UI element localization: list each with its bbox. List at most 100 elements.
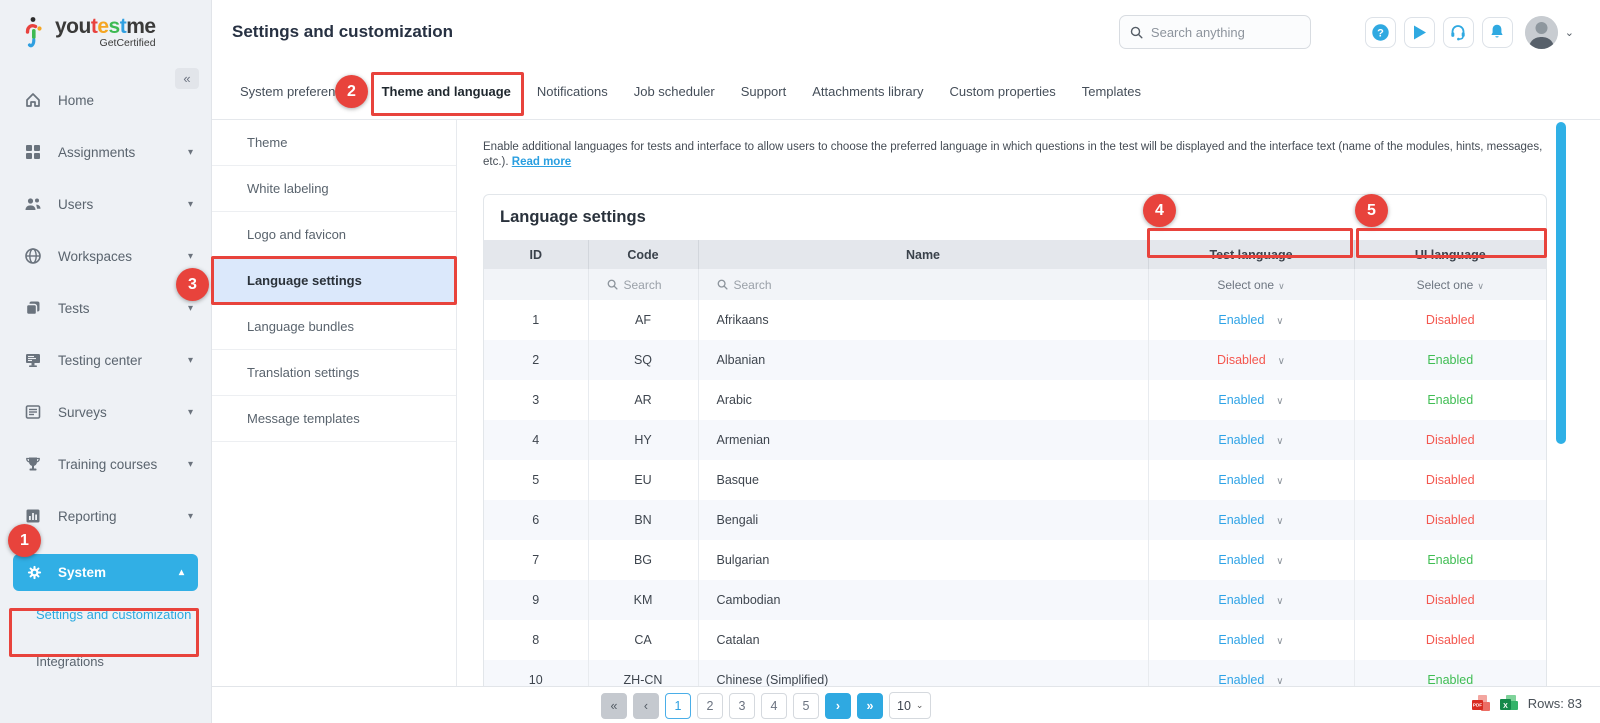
sidebar-item-system[interactable]: System ▴ <box>13 554 198 591</box>
table-row: 3 AR Arabic Enabled ∨ Enabled <box>484 380 1546 420</box>
test-language-status[interactable]: Enabled <box>1218 433 1264 447</box>
page-button-5[interactable]: 5 <box>793 692 819 719</box>
tab-custom-properties[interactable]: Custom properties <box>950 78 1056 105</box>
sidebar-item-workspaces[interactable]: Workspaces ▾ <box>0 230 211 282</box>
test-language-status[interactable]: Enabled <box>1218 633 1264 647</box>
previous-page-button[interactable]: ‹ <box>633 692 659 719</box>
chevron-down-icon: ▾ <box>187 510 193 522</box>
help-button[interactable]: ? <box>1364 16 1396 48</box>
language-settings-card: Language settings ID Code Name Test lang… <box>483 194 1547 701</box>
search-input[interactable] <box>1150 24 1300 40</box>
table-row: 4 HY Armenian Enabled ∨ Disabled <box>484 420 1546 460</box>
chevron-down-icon: ∨ <box>1477 280 1484 291</box>
tab-notifications[interactable]: Notifications <box>537 78 608 105</box>
ui-language-status: Disabled <box>1425 513 1475 527</box>
filter-code[interactable]: Search <box>588 269 699 300</box>
submenu-item-white-labeling[interactable]: White labeling <box>212 166 456 212</box>
chevron-down-icon[interactable]: ∨ <box>1276 436 1283 447</box>
svg-text:X: X <box>1503 703 1508 710</box>
sidebar-item-reporting[interactable]: Reporting ▾ <box>0 490 211 542</box>
sidebar-nav: Home Assignments ▾ Users ▾ Workspaces ▾ … <box>0 74 211 542</box>
test-language-status[interactable]: Enabled <box>1218 393 1264 407</box>
submenu-item-language-bundles[interactable]: Language bundles <box>212 304 456 350</box>
page-button-2[interactable]: 2 <box>697 692 723 719</box>
cell-ui-language: Disabled <box>1354 500 1546 540</box>
column-header-name[interactable]: Name <box>698 240 1149 269</box>
page-button-1[interactable]: 1 <box>665 692 691 719</box>
paginator: « ‹ 1 2 3 4 5 › » 10 ⌄ <box>601 692 932 719</box>
sidebar-item-users[interactable]: Users ▾ <box>0 178 211 230</box>
test-language-status[interactable]: Enabled <box>1218 473 1264 487</box>
chevron-down-icon[interactable]: ∨ <box>1276 476 1283 487</box>
next-page-button[interactable]: › <box>825 692 851 719</box>
sidebar-item-testing-center[interactable]: Testing center ▾ <box>0 334 211 386</box>
test-language-status[interactable]: Enabled <box>1218 593 1264 607</box>
chevron-down-icon[interactable]: ∨ <box>1276 516 1283 527</box>
submenu-item-translation-settings[interactable]: Translation settings <box>212 350 456 396</box>
page-scrollbar[interactable] <box>1556 122 1566 444</box>
support-button[interactable] <box>1442 16 1474 48</box>
submenu-item-theme[interactable]: Theme <box>212 120 456 166</box>
test-language-status[interactable]: Disabled <box>1217 353 1266 367</box>
filter-name[interactable]: Search <box>698 269 1149 300</box>
test-language-status[interactable]: Enabled <box>1218 313 1264 327</box>
sidebar-item-tests[interactable]: Tests ▾ <box>0 282 211 334</box>
filter-ui-language-select[interactable]: Select one ∨ <box>1354 269 1546 300</box>
cell-ui-language: Enabled <box>1354 540 1546 580</box>
chevron-down-icon[interactable]: ∨ <box>1276 596 1283 607</box>
chevron-down-icon[interactable]: ∨ <box>1276 396 1283 407</box>
first-page-button[interactable]: « <box>601 692 627 719</box>
test-language-status[interactable]: Enabled <box>1218 673 1264 687</box>
sidebar-item-settings-and-customization[interactable]: Settings and customization <box>0 591 211 638</box>
sidebar-collapse-button[interactable]: « <box>175 68 199 89</box>
cell-code: AF <box>588 300 699 340</box>
tab-system-preferences[interactable]: System preferences <box>240 78 356 105</box>
search-icon <box>1130 26 1143 38</box>
user-menu[interactable]: ⌄ <box>1524 15 1574 49</box>
column-header-code[interactable]: Code <box>588 240 699 269</box>
export-pdf-button[interactable]: PDF <box>1471 695 1490 712</box>
filter-test-language-select[interactable]: Select one ∨ <box>1148 269 1355 300</box>
tab-attachments-library[interactable]: Attachments library <box>812 78 923 105</box>
last-page-button[interactable]: » <box>857 692 883 719</box>
column-header-id[interactable]: ID <box>484 240 589 269</box>
submenu-item-message-templates[interactable]: Message templates <box>212 396 456 442</box>
chevron-down-icon[interactable]: ∨ <box>1276 556 1283 567</box>
notifications-button[interactable] <box>1481 16 1513 48</box>
chevron-down-icon: ⌄ <box>1564 26 1574 39</box>
page-button-4[interactable]: 4 <box>761 692 787 719</box>
page-button-3[interactable]: 3 <box>729 692 755 719</box>
sidebar-item-assignments[interactable]: Assignments ▾ <box>0 126 211 178</box>
export-excel-button[interactable]: X <box>1499 695 1518 712</box>
test-language-status[interactable]: Enabled <box>1218 513 1264 527</box>
cell-test-language: Enabled ∨ <box>1148 300 1355 340</box>
sidebar-item-training-courses[interactable]: Training courses ▾ <box>0 438 211 490</box>
read-more-link[interactable]: Read more <box>512 156 571 168</box>
chevron-down-icon[interactable]: ∨ <box>1276 316 1283 327</box>
chevron-down-icon[interactable]: ∨ <box>1278 356 1285 367</box>
chevron-down-icon: ∨ <box>1278 280 1285 291</box>
chevron-down-icon[interactable]: ∨ <box>1276 636 1283 647</box>
cell-ui-language: Disabled <box>1354 620 1546 660</box>
column-header-test-language[interactable]: Test language <box>1148 240 1355 269</box>
submenu-item-logo-and-favicon[interactable]: Logo and favicon <box>212 212 456 258</box>
tab-theme-and-language[interactable]: Theme and language <box>382 78 511 105</box>
sidebar-item-surveys[interactable]: Surveys ▾ <box>0 386 211 438</box>
cell-test-language: Enabled ∨ <box>1148 620 1355 660</box>
tab-support[interactable]: Support <box>741 78 787 105</box>
cell-test-language: Enabled ∨ <box>1148 580 1355 620</box>
global-search[interactable] <box>1118 15 1311 49</box>
column-header-ui-language[interactable]: UI language <box>1354 240 1546 269</box>
sidebar-item-integrations[interactable]: Integrations <box>0 638 211 685</box>
chevron-up-icon: ▴ <box>178 567 184 578</box>
chevron-down-icon: ▾ <box>187 406 193 418</box>
test-language-status[interactable]: Enabled <box>1218 553 1264 567</box>
cell-code: AR <box>588 380 699 420</box>
table-row: 6 BN Bengali Enabled ∨ Disabled <box>484 500 1546 540</box>
tab-job-scheduler[interactable]: Job scheduler <box>634 78 715 105</box>
submenu-item-language-settings[interactable]: Language settings <box>212 258 456 304</box>
video-tour-button[interactable] <box>1403 16 1435 48</box>
tab-templates[interactable]: Templates <box>1082 78 1141 105</box>
page-size-select[interactable]: 10 ⌄ <box>889 692 932 719</box>
surveys-icon <box>24 403 42 421</box>
